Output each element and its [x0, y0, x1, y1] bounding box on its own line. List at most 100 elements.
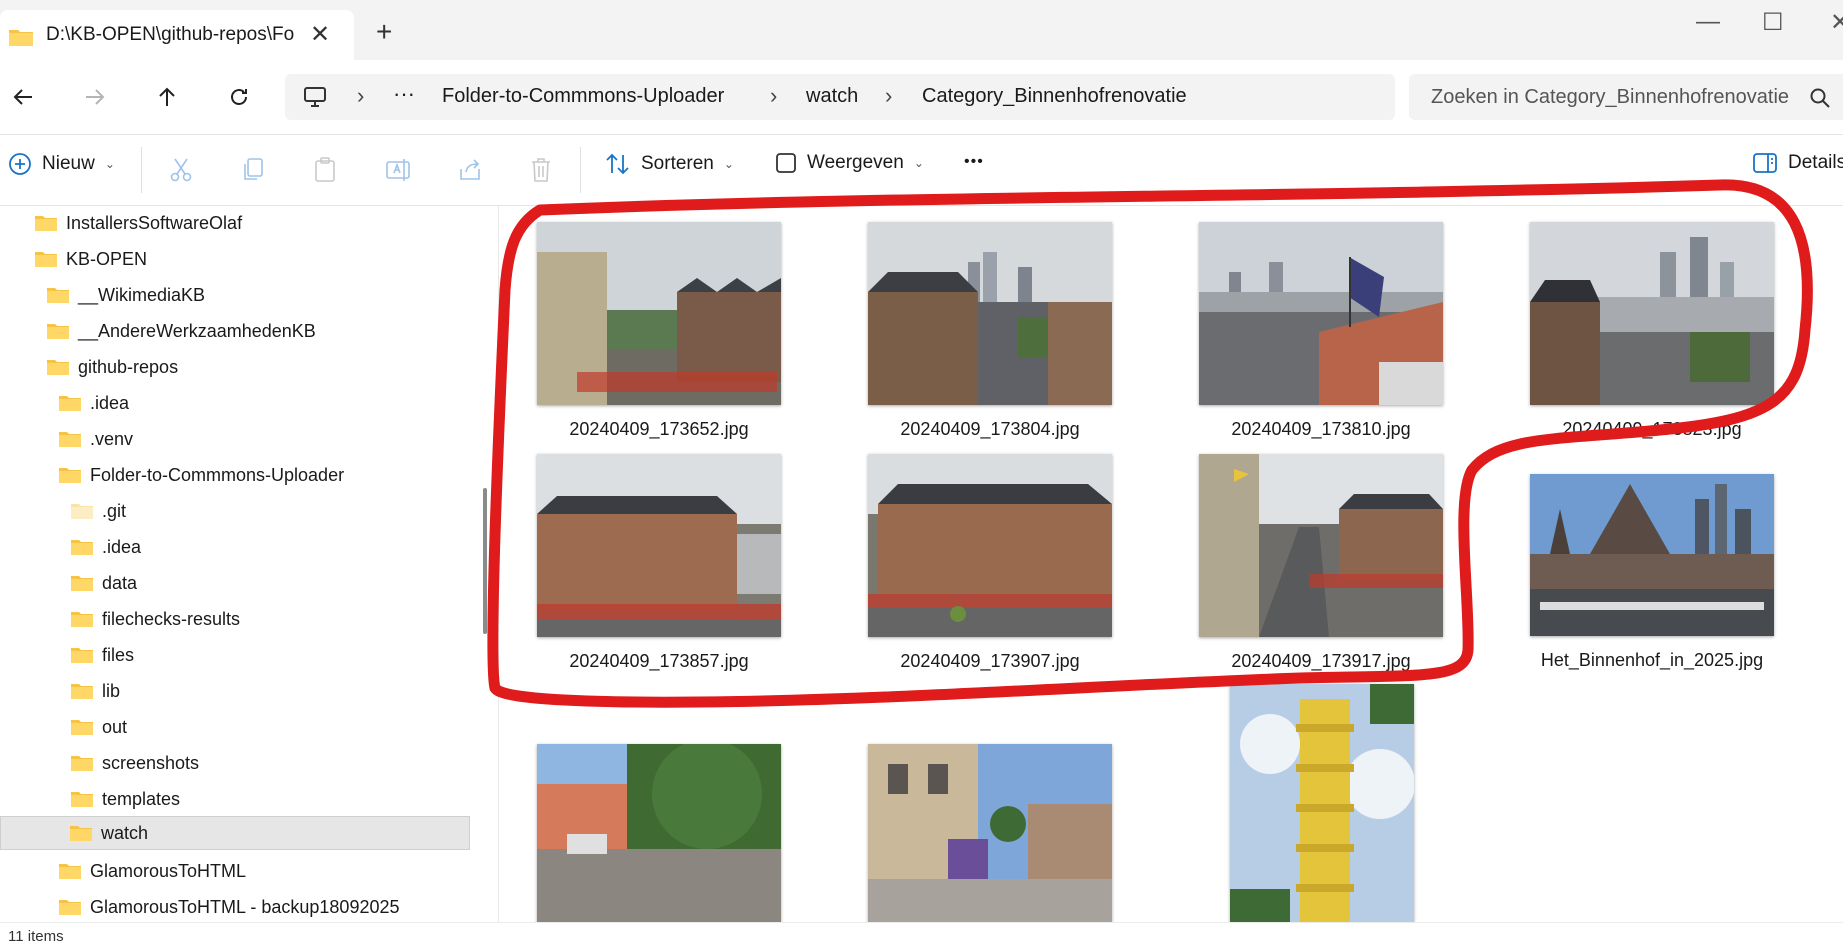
tree-item[interactable]: lib: [70, 674, 120, 708]
folder-icon: [70, 826, 92, 841]
share-icon[interactable]: [457, 157, 483, 188]
breadcrumb-item[interactable]: Folder-to-Commmons-Uploader: [442, 85, 724, 108]
more-options-button[interactable]: •••: [964, 153, 984, 171]
tree-item-label: __AndereWerkzaamhedenKB: [78, 320, 316, 341]
tree-item-label: GlamorousToHTML - backup18092025: [90, 896, 400, 917]
thumbnail: [1199, 454, 1443, 637]
thumbnail: [868, 222, 1112, 405]
nav-scrollbar[interactable]: [483, 488, 487, 634]
tree-item[interactable]: out: [70, 710, 127, 744]
search-icon[interactable]: [1809, 87, 1831, 114]
tree-item-label: watch: [101, 822, 149, 843]
folder-icon: [71, 684, 93, 699]
folder-icon: [71, 540, 93, 555]
folder-icon: [71, 576, 93, 591]
tree-item-label: Folder-to-Commmons-Uploader: [90, 464, 345, 485]
refresh-icon: [231, 89, 247, 105]
tree-item[interactable]: __AndereWerkzaamhedenKB: [46, 314, 316, 348]
tree-item[interactable]: .venv: [58, 422, 133, 456]
new-tab-button[interactable]: +: [376, 16, 392, 48]
tree-item[interactable]: KB-OPEN: [34, 242, 147, 276]
new-button[interactable]: Nieuw ⌄: [8, 152, 115, 176]
file-name: Het_Binnenhof_in_2025.jpg: [1540, 650, 1764, 670]
file-name: 20240409_173907.jpg: [900, 651, 1080, 671]
folder-icon: [71, 720, 93, 735]
chevron-down-icon: ⌄: [104, 157, 115, 171]
computer-icon: [303, 86, 327, 113]
up-button[interactable]: [150, 80, 184, 114]
tab-title: D:\KB-OPEN\github-repos\Fo: [46, 24, 295, 45]
tree-item[interactable]: files: [70, 638, 134, 672]
chevron-right-icon: ›: [885, 83, 893, 108]
new-label: Nieuw: [42, 153, 95, 174]
thumbnail: [537, 744, 781, 922]
divider: [141, 147, 142, 193]
address-bar[interactable]: › ··· Folder-to-Commmons-Uploader › watc…: [285, 74, 1395, 120]
tree-item[interactable]: Folder-to-Commmons-Uploader: [58, 458, 344, 492]
tree-item-label: lib: [102, 680, 121, 701]
forward-button[interactable]: [78, 80, 112, 114]
maximize-button[interactable]: ☐: [1762, 8, 1784, 37]
close-tab-icon[interactable]: ✕: [310, 20, 330, 49]
view-label: Weergeven: [807, 152, 904, 173]
tree-item[interactable]: InstallersSoftwareOlaf: [34, 206, 242, 240]
back-button[interactable]: [6, 80, 40, 114]
tree-item-label: screenshots: [102, 752, 200, 773]
address-row: › ··· Folder-to-Commmons-Uploader › watc…: [0, 60, 1843, 135]
tree-item[interactable]: templates: [70, 782, 180, 816]
tab-active[interactable]: D:\KB-OPEN\github-repos\Fo ✕: [0, 10, 354, 60]
sort-button[interactable]: Sorteren ⌄: [605, 152, 734, 176]
folder-icon: [71, 756, 93, 771]
tree-item[interactable]: .idea: [70, 530, 141, 564]
breadcrumb-overflow[interactable]: ···: [393, 81, 415, 107]
tree-item[interactable]: __WikimediaKB: [46, 278, 205, 312]
chevron-right-icon: ›: [770, 83, 778, 108]
tree-item[interactable]: .git: [70, 494, 126, 528]
tree-item[interactable]: filechecks-results: [70, 602, 240, 636]
refresh-button[interactable]: [222, 80, 256, 114]
search-input[interactable]: Zoeken in Category_Binnenhofrenovatie: [1409, 74, 1843, 120]
folder-icon: [71, 792, 93, 807]
close-window-button[interactable]: ✕: [1830, 8, 1843, 37]
details-label: Details: [1788, 152, 1843, 173]
search-placeholder: Zoeken in Category_Binnenhofrenovatie: [1431, 86, 1790, 108]
copy-icon[interactable]: [241, 157, 265, 188]
details-button[interactable]: Details: [1752, 152, 1843, 174]
tree-item[interactable]: data: [70, 566, 137, 600]
hidden-folder-icon: [71, 504, 93, 519]
tree-item-selected[interactable]: watch: [0, 816, 470, 850]
chevron-right-icon: ›: [357, 83, 365, 108]
chevron-down-icon: ⌄: [913, 156, 924, 170]
tree-item-label: .idea: [102, 536, 142, 557]
breadcrumb-item[interactable]: Category_Binnenhofrenovatie: [922, 85, 1187, 108]
tree-item[interactable]: GlamorousToHTML: [58, 854, 246, 888]
breadcrumb-item[interactable]: watch: [806, 85, 858, 108]
tree-item-label: files: [102, 644, 135, 665]
status-bar: 11 items: [0, 922, 1843, 945]
paste-icon[interactable]: [313, 157, 337, 188]
view-button[interactable]: Weergeven ⌄: [775, 152, 924, 174]
folder-icon: [71, 612, 93, 627]
minimize-button[interactable]: —: [1696, 8, 1720, 36]
tree-item[interactable]: .idea: [58, 386, 129, 420]
file-name: 20240409_173917.jpg: [1231, 651, 1411, 671]
plus-circle-icon: [9, 153, 31, 175]
tree-item[interactable]: screenshots: [70, 746, 199, 780]
folder-icon: [59, 432, 81, 447]
tree-item[interactable]: GlamorousToHTML - backup18092025: [58, 890, 400, 922]
thumbnail: [1530, 222, 1774, 405]
file-name: 20240409_173857.jpg: [569, 651, 749, 671]
file-name: 20240409_173810.jpg: [1231, 419, 1411, 439]
tree-item-label: GlamorousToHTML: [90, 860, 247, 881]
thumbnail: [1199, 222, 1443, 405]
tree-item-label: KB-OPEN: [66, 248, 148, 269]
tree-item-label: github-repos: [78, 356, 179, 377]
folder-icon: [47, 360, 69, 375]
file-name: 20240409_173652.jpg: [569, 419, 749, 439]
rename-icon[interactable]: [385, 157, 411, 188]
file-name: 20240409_173823.jpg: [1562, 419, 1742, 439]
tree-item[interactable]: github-repos: [46, 350, 178, 384]
arrow-right-icon: [86, 89, 105, 105]
cut-icon[interactable]: [169, 157, 193, 188]
delete-icon[interactable]: [529, 157, 553, 188]
